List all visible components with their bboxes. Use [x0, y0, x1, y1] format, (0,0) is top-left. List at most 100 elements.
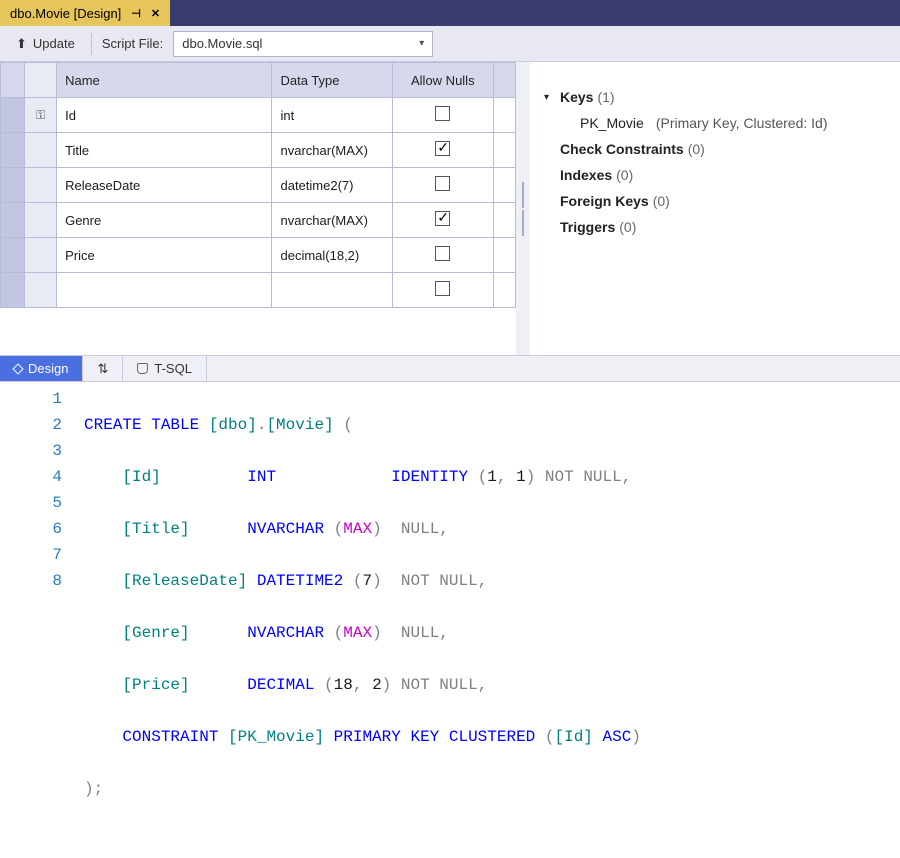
- design-icon: [12, 363, 23, 374]
- type-cell[interactable]: int: [272, 98, 392, 133]
- grid-header-datatype[interactable]: Data Type: [272, 63, 392, 98]
- tab-tsql[interactable]: T-SQL: [123, 356, 207, 381]
- allow-nulls-cell[interactable]: [392, 133, 493, 168]
- foreign-keys-count: (0): [653, 193, 670, 209]
- script-file-select[interactable]: dbo.Movie.sql ▾: [173, 31, 433, 57]
- row-header[interactable]: [1, 133, 25, 168]
- truncated-cell: [493, 98, 515, 133]
- check-constraints-header[interactable]: Check Constraints (0): [544, 136, 890, 162]
- pk-cell: ⚿: [25, 98, 57, 133]
- allow-nulls-cell[interactable]: [392, 168, 493, 203]
- checkbox-icon[interactable]: [435, 281, 450, 296]
- grid-header-row: Name Data Type Allow Nulls: [1, 63, 516, 98]
- checkbox-icon[interactable]: [435, 141, 450, 156]
- script-file-label: Script File:: [100, 36, 165, 51]
- type-cell[interactable]: decimal(18,2): [272, 238, 392, 273]
- expand-collapse-icon[interactable]: ▾: [544, 92, 556, 103]
- columns-grid[interactable]: Name Data Type Allow Nulls ⚿IdintTitlenv…: [0, 62, 516, 308]
- pk-cell: [25, 203, 57, 238]
- table-row[interactable]: Pricedecimal(18,2): [1, 238, 516, 273]
- designer-upper-pane: Name Data Type Allow Nulls ⚿IdintTitlenv…: [0, 62, 900, 356]
- tab-swap[interactable]: ⇅: [83, 356, 123, 381]
- vertical-splitter[interactable]: [516, 62, 530, 355]
- table-row[interactable]: [1, 273, 516, 308]
- truncated-cell: [493, 203, 515, 238]
- triggers-label: Triggers: [560, 219, 615, 235]
- pk-cell: [25, 238, 57, 273]
- grid-header-truncated: [493, 63, 515, 98]
- type-cell[interactable]: datetime2(7): [272, 168, 392, 203]
- chevron-down-icon: ▾: [419, 38, 424, 49]
- triggers-header[interactable]: Triggers (0): [544, 214, 890, 240]
- name-cell[interactable]: [57, 273, 272, 308]
- type-cell[interactable]: nvarchar(MAX): [272, 133, 392, 168]
- tab-design[interactable]: Design: [0, 356, 83, 381]
- allow-nulls-cell[interactable]: [392, 273, 493, 308]
- checkbox-icon[interactable]: [435, 211, 450, 226]
- sql-editor[interactable]: 1 2 3 4 5 6 7 8 CREATE TABLE [dbo].[Movi…: [0, 382, 900, 858]
- row-header[interactable]: [1, 273, 25, 308]
- allow-nulls-cell[interactable]: [392, 238, 493, 273]
- row-header[interactable]: [1, 203, 25, 238]
- key-detail: (Primary Key, Clustered: Id): [656, 115, 828, 131]
- line-number: 8: [0, 568, 62, 594]
- update-button[interactable]: ⬆ Update: [8, 32, 83, 56]
- tab-tsql-label: T-SQL: [154, 361, 192, 376]
- table-row[interactable]: ReleaseDatedatetime2(7): [1, 168, 516, 203]
- triggers-count: (0): [619, 219, 636, 235]
- splitter-grip-icon: [522, 182, 524, 208]
- checkbox-icon[interactable]: [435, 246, 450, 261]
- line-number: 5: [0, 490, 62, 516]
- checkbox-icon[interactable]: [435, 176, 450, 191]
- toolbar-separator: [91, 33, 92, 55]
- type-cell[interactable]: [272, 273, 392, 308]
- grid-corner: [1, 63, 25, 98]
- update-label: Update: [33, 36, 75, 51]
- table-row[interactable]: ⚿Idint: [1, 98, 516, 133]
- type-cell[interactable]: nvarchar(MAX): [272, 203, 392, 238]
- swap-icon: ⇅: [97, 361, 108, 377]
- code-area[interactable]: CREATE TABLE [dbo].[Movie] ( [Id] INT ID…: [84, 386, 900, 854]
- line-number: 7: [0, 542, 62, 568]
- row-header[interactable]: [1, 98, 25, 133]
- name-cell[interactable]: Id: [57, 98, 272, 133]
- key-item[interactable]: PK_Movie (Primary Key, Clustered: Id): [544, 110, 890, 136]
- table-row[interactable]: Genrenvarchar(MAX): [1, 203, 516, 238]
- upload-icon: ⬆: [16, 36, 27, 52]
- name-cell[interactable]: Title: [57, 133, 272, 168]
- tab-design-label: Design: [28, 361, 68, 376]
- allow-nulls-cell[interactable]: [392, 98, 493, 133]
- row-header[interactable]: [1, 168, 25, 203]
- checkbox-icon[interactable]: [435, 106, 450, 121]
- bottom-tab-bar: Design ⇅ T-SQL: [0, 356, 900, 382]
- name-cell[interactable]: Genre: [57, 203, 272, 238]
- name-cell[interactable]: ReleaseDate: [57, 168, 272, 203]
- grid-header-name[interactable]: Name: [57, 63, 272, 98]
- document-tab[interactable]: dbo.Movie [Design] ⊣ ✕: [0, 0, 170, 26]
- key-name: PK_Movie: [580, 115, 644, 131]
- script-file-value: dbo.Movie.sql: [182, 36, 262, 51]
- keys-label: Keys: [560, 89, 593, 105]
- name-cell[interactable]: Price: [57, 238, 272, 273]
- keys-header[interactable]: ▾ Keys (1): [544, 84, 890, 110]
- pk-cell: [25, 168, 57, 203]
- grid-header-allownulls[interactable]: Allow Nulls: [392, 63, 493, 98]
- close-icon[interactable]: ✕: [151, 7, 160, 20]
- foreign-keys-header[interactable]: Foreign Keys (0): [544, 188, 890, 214]
- line-number: 6: [0, 516, 62, 542]
- document-tab-title: dbo.Movie [Design]: [10, 6, 121, 21]
- pk-cell: [25, 133, 57, 168]
- line-gutter: 1 2 3 4 5 6 7 8: [0, 386, 84, 854]
- toolbar: ⬆ Update Script File: dbo.Movie.sql ▾: [0, 26, 900, 62]
- line-number: 3: [0, 438, 62, 464]
- truncated-cell: [493, 168, 515, 203]
- database-icon: [137, 363, 148, 374]
- allow-nulls-cell[interactable]: [392, 203, 493, 238]
- indexes-label: Indexes: [560, 167, 612, 183]
- row-header[interactable]: [1, 238, 25, 273]
- keys-count: (1): [597, 89, 614, 105]
- truncated-cell: [493, 133, 515, 168]
- pin-icon[interactable]: ⊣: [131, 7, 141, 20]
- table-row[interactable]: Titlenvarchar(MAX): [1, 133, 516, 168]
- indexes-header[interactable]: Indexes (0): [544, 162, 890, 188]
